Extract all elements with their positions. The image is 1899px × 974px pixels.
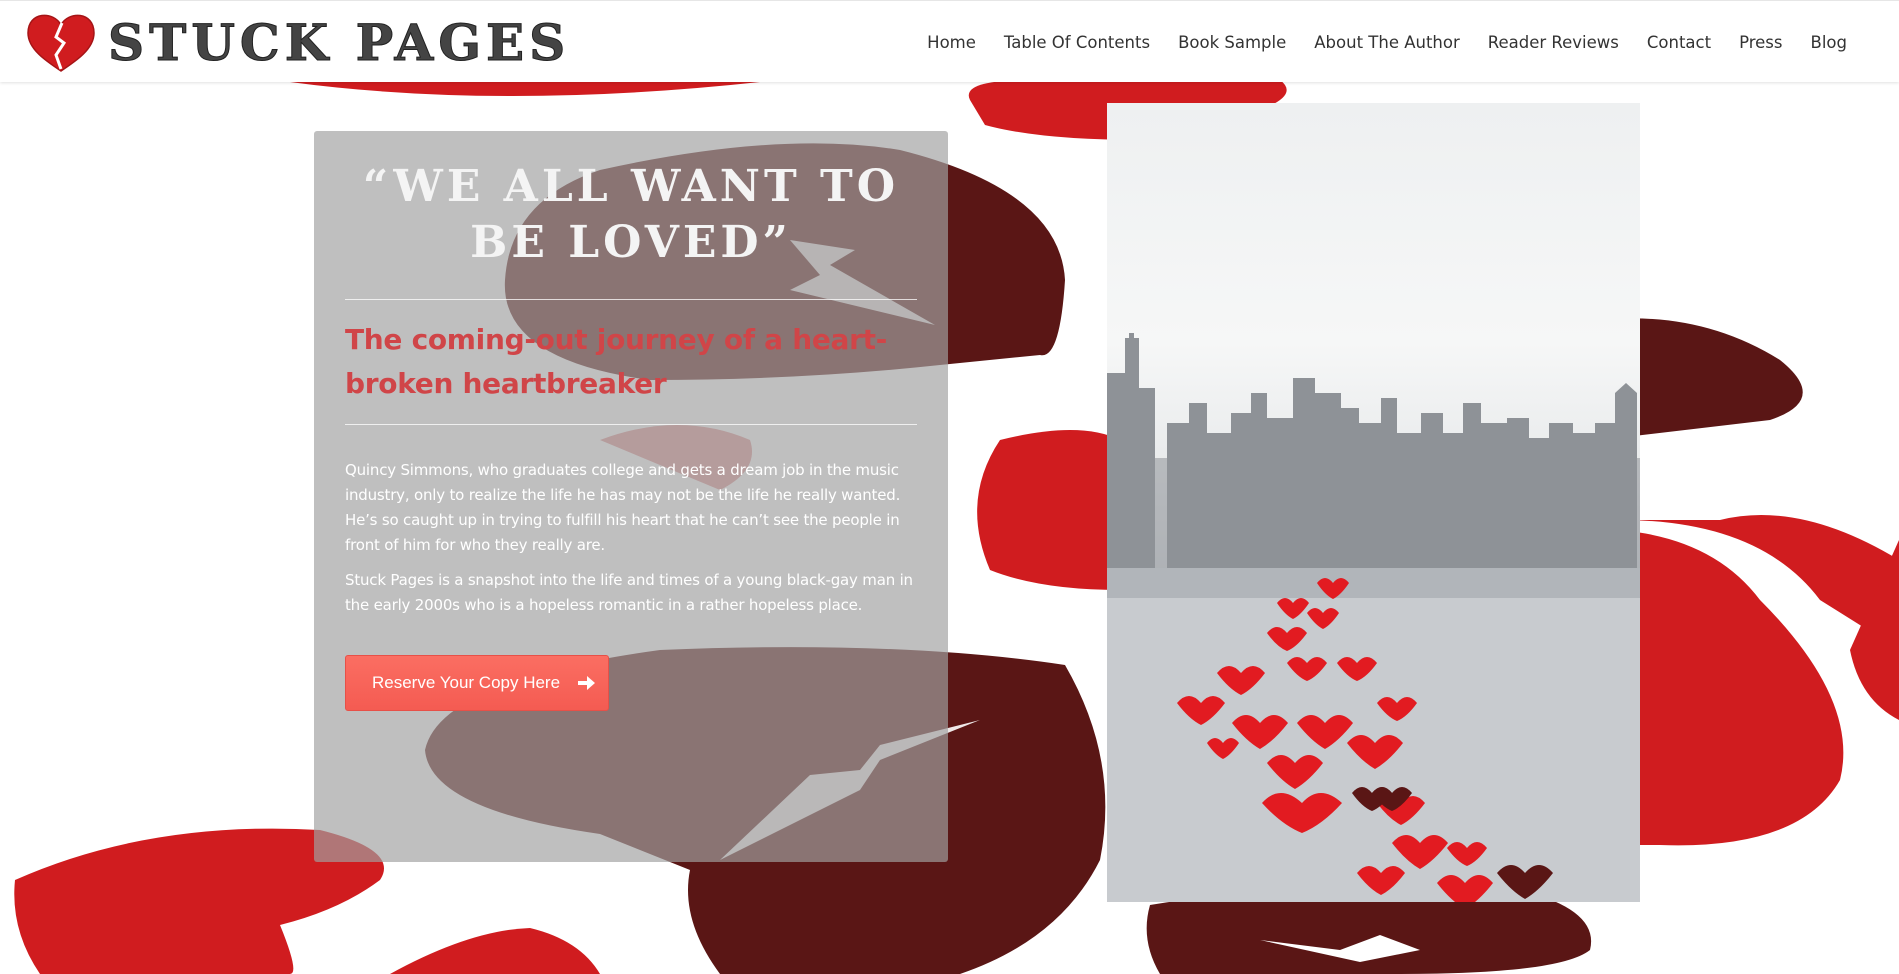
nav-blog[interactable]: Blog — [1811, 33, 1847, 52]
broken-heart-icon — [27, 14, 95, 72]
hero-quote-line-2: BE LOVED” — [470, 217, 792, 268]
reserve-copy-label: Reserve Your Copy Here — [372, 673, 561, 692]
book-cover-image — [1107, 103, 1640, 902]
site-header: STUCK PAGES Home Table Of Contents Book … — [0, 0, 1899, 82]
city-skyline-hearts-image — [1107, 333, 1640, 902]
nav-about-the-author[interactable]: About The Author — [1314, 33, 1460, 52]
book-summary-paragraph: Stuck Pages is a snapshot into the life … — [345, 571, 913, 614]
hero-quote: “WE ALL WANT TO BE LOVED” — [345, 159, 917, 271]
nav-press[interactable]: Press — [1739, 33, 1782, 52]
hero-quote-line-1: “WE ALL WANT TO — [362, 161, 900, 212]
reserve-copy-button[interactable]: Reserve Your Copy Here — [345, 655, 609, 711]
main-navigation: Home Table Of Contents Book Sample About… — [927, 1, 1847, 83]
nav-home[interactable]: Home — [927, 33, 976, 52]
logo-link[interactable]: STUCK PAGES — [26, 11, 570, 73]
site-title: STUCK PAGES — [107, 12, 571, 72]
arrow-right-icon — [578, 676, 596, 690]
nav-contact[interactable]: Contact — [1647, 33, 1711, 52]
nav-book-sample[interactable]: Book Sample — [1178, 33, 1286, 52]
divider — [345, 424, 917, 425]
book-description-paragraph: Quincy Simmons, who graduates college an… — [345, 461, 901, 554]
nav-reader-reviews[interactable]: Reader Reviews — [1488, 33, 1619, 52]
hero-card: “WE ALL WANT TO BE LOVED” The coming-out… — [314, 131, 948, 862]
divider — [345, 299, 917, 300]
hero-subtitle: The coming-out journey of a heart-broken… — [345, 323, 888, 400]
nav-table-of-contents[interactable]: Table Of Contents — [1004, 33, 1150, 52]
